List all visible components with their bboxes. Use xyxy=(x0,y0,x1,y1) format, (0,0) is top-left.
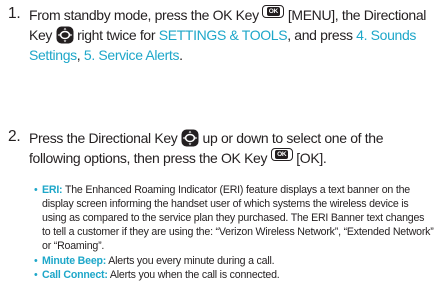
list-item: • Minute Beep: Alerts you every minute d… xyxy=(34,254,434,268)
option-description: Alerts you every minute during a call. xyxy=(108,255,275,267)
step-text-part: up or down to select one of the xyxy=(202,130,384,146)
ok-key-label: OK xyxy=(266,7,280,16)
step-number: 1. xyxy=(8,5,21,22)
ok-key-icon: OK xyxy=(270,148,293,161)
list-item: • ERI: The Enhanced Roaming Indicator (E… xyxy=(34,183,434,253)
options-list: • ERI: The Enhanced Roaming Indicator (E… xyxy=(34,183,434,282)
step-text-part: . xyxy=(179,47,183,63)
directional-key-icon xyxy=(56,26,74,44)
option-description: Alerts you when the call is connected. xyxy=(109,269,280,281)
step-1-text: From standby mode, press the OK Key OK [… xyxy=(29,5,433,65)
ok-key-label: OK xyxy=(275,150,289,159)
option-term: Call Connect: xyxy=(42,269,108,281)
list-item: • Call Connect: Alerts you when the call… xyxy=(34,268,434,282)
step-number: 2. xyxy=(8,128,21,145)
bullet-icon: • xyxy=(34,255,38,267)
service-alerts-link[interactable]: 5. Service Alerts xyxy=(84,47,180,63)
step-text-part: right twice for xyxy=(77,27,156,43)
bullet-icon: • xyxy=(34,184,38,196)
manual-page: 1. From standby mode, press the OK Key O… xyxy=(0,0,437,281)
sounds-settings-link[interactable]: 4. Sounds xyxy=(356,27,416,43)
step-text-part: , xyxy=(76,47,81,63)
directional-key-icon xyxy=(181,129,199,147)
bullet-icon: • xyxy=(34,269,38,281)
option-description: The Enhanced Roaming Indicator (ERI) fea… xyxy=(42,184,434,252)
option-term: Minute Beep: xyxy=(42,255,107,267)
step-text-part: following options, then press the OK Key xyxy=(29,150,268,166)
ok-key-icon: OK xyxy=(262,5,285,18)
step-text-part: [OK]. xyxy=(296,150,327,166)
settings-tools-link[interactable]: SETTINGS & TOOLS xyxy=(159,27,288,43)
step-text-part: [MENU], the Directional xyxy=(287,7,427,23)
option-term: ERI: xyxy=(42,184,63,196)
step-text-part: From standby mode, press the OK Key xyxy=(29,7,259,23)
step-text-part: Press the Directional Key xyxy=(29,130,178,146)
sounds-settings-link-cont[interactable]: Settings xyxy=(29,47,77,63)
step-text-part: Key xyxy=(29,27,53,43)
step-text-part: , and press xyxy=(287,27,353,43)
step-2-text: Press the Directional Key up or down to … xyxy=(29,128,433,168)
